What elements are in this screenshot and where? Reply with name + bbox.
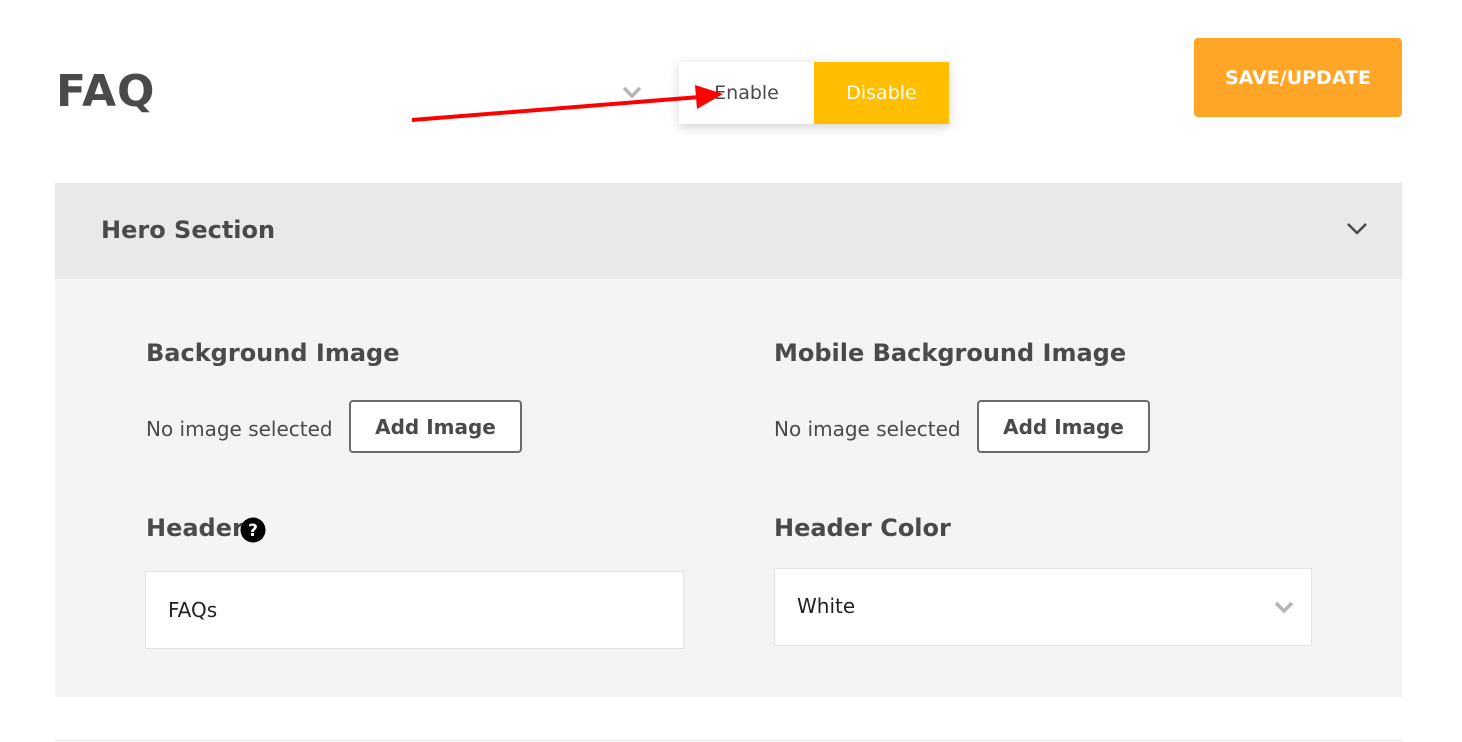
header-label: Header: [146, 514, 244, 542]
page-title: FAQ: [56, 66, 156, 117]
add-mobile-background-image-button[interactable]: Add Image: [977, 400, 1150, 453]
chevron-down-icon[interactable]: [621, 84, 643, 100]
section-title: Hero Section: [101, 216, 276, 244]
section-divider: [55, 740, 1402, 741]
status-toggle: Enable Disable: [679, 62, 949, 124]
question-circle-icon[interactable]: ?: [240, 517, 266, 543]
chevron-down-icon[interactable]: [1345, 219, 1369, 239]
header-color-select[interactable]: White: [774, 568, 1312, 646]
svg-text:?: ?: [248, 521, 258, 541]
save-update-button[interactable]: SAVE/UPDATE: [1194, 38, 1402, 117]
header-input[interactable]: [145, 571, 684, 649]
add-background-image-button[interactable]: Add Image: [349, 400, 522, 453]
header-color-label: Header Color: [774, 514, 951, 542]
background-image-label: Background Image: [146, 339, 400, 367]
mobile-background-image-label: Mobile Background Image: [774, 339, 1127, 367]
disable-option[interactable]: Disable: [814, 62, 949, 124]
hero-section-header[interactable]: Hero Section: [55, 183, 1402, 279]
background-image-status: No image selected: [146, 417, 333, 441]
chevron-down-icon: [1274, 601, 1294, 614]
mobile-background-image-status: No image selected: [774, 417, 961, 441]
hero-section-body: Background Image No image selected Add I…: [55, 279, 1402, 697]
enable-option[interactable]: Enable: [679, 62, 814, 124]
header-color-value: White: [797, 594, 856, 618]
